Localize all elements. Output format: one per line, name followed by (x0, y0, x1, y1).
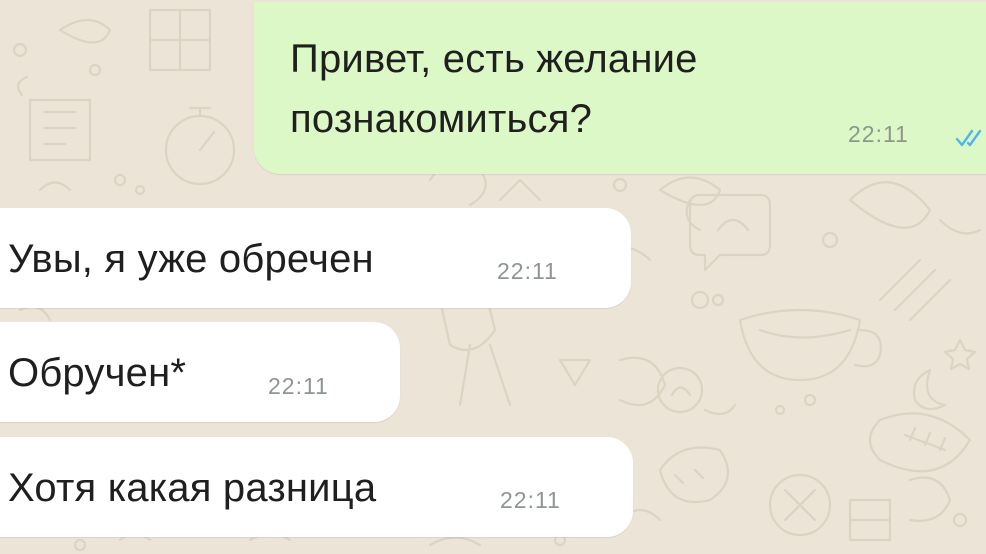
incoming-message-bubble[interactable]: Увы, я уже обречен 22:11 (0, 208, 631, 308)
message-timestamp: 22:11 (500, 487, 561, 513)
message-text-line-2: познакомиться? (290, 97, 593, 141)
message-text: Увы, я уже обречен (8, 237, 374, 281)
message-text-line-1: Привет, есть желание (290, 37, 698, 81)
outgoing-message-bubble[interactable]: Привет, есть желание познакомиться? 22:1… (254, 2, 986, 174)
double-check-icon (955, 129, 982, 147)
incoming-message-bubble[interactable]: Обручен* 22:11 (0, 322, 400, 422)
message-timestamp: 22:11 (848, 121, 909, 147)
message-timestamp: 22:11 (268, 373, 329, 399)
message-timestamp: 22:11 (497, 258, 558, 284)
message-text: Обручен* (8, 351, 187, 395)
incoming-message-bubble[interactable]: Хотя какая разница 22:11 (0, 437, 633, 537)
message-text: Хотя какая разница (8, 466, 377, 510)
